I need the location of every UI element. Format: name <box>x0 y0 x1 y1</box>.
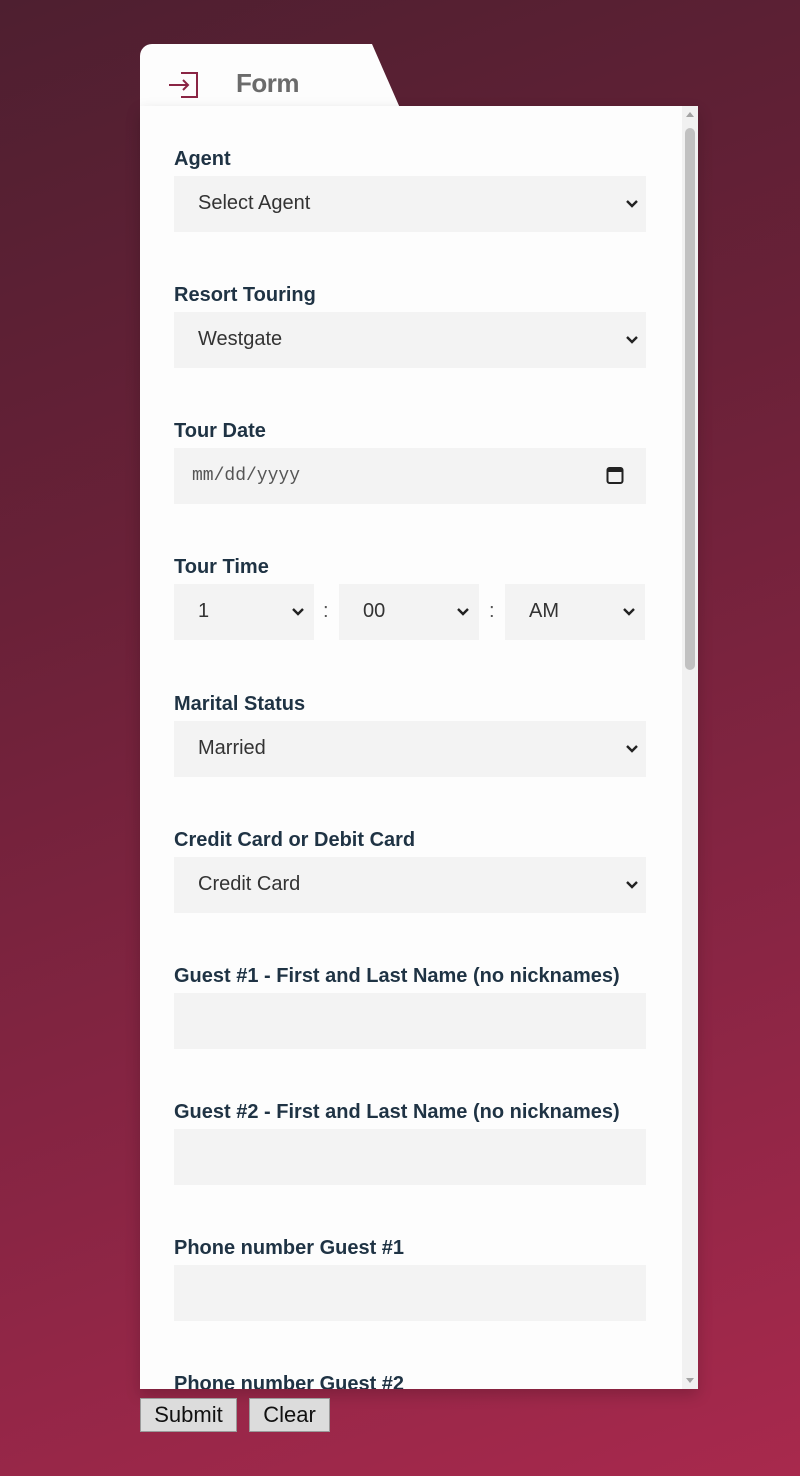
phone1-input[interactable] <box>174 1265 646 1321</box>
card-type-label: Credit Card or Debit Card <box>174 829 416 851</box>
resort-select-value: Westgate <box>198 328 283 350</box>
chevron-down-icon <box>626 336 638 344</box>
tour-time-hour-value: 1 <box>198 600 210 622</box>
tour-time-ampm-select[interactable]: AM <box>505 584 645 640</box>
calendar-icon[interactable] <box>606 465 624 485</box>
clear-button[interactable]: Clear <box>249 1398 330 1432</box>
sign-in-icon <box>169 72 198 98</box>
marital-status-value: Married <box>198 737 266 759</box>
guest2-name-label: Guest #2 - First and Last Name (no nickn… <box>174 1101 620 1123</box>
phone1-label: Phone number Guest #1 <box>174 1237 405 1259</box>
marital-status-label: Marital Status <box>174 693 306 715</box>
guest1-name-label: Guest #1 - First and Last Name (no nickn… <box>174 965 620 987</box>
card-type-select[interactable]: Credit Card <box>174 857 646 913</box>
chevron-down-icon <box>457 608 469 616</box>
scroll-down-arrow-icon[interactable] <box>686 1378 694 1383</box>
form-panel: Agent Select Agent Resort Touring Westga… <box>140 106 698 1389</box>
tour-time-ampm-value: AM <box>529 600 559 622</box>
tour-time-label: Tour Time <box>174 556 269 578</box>
tour-time-minute-select[interactable]: 00 <box>339 584 479 640</box>
agent-select[interactable]: Select Agent <box>174 176 646 232</box>
form-tab-title: Form <box>236 68 300 98</box>
resort-label: Resort Touring <box>174 284 316 306</box>
scrollbar-thumb[interactable] <box>685 128 695 670</box>
tour-time-minute-value: 00 <box>363 600 386 622</box>
marital-status-select[interactable]: Married <box>174 721 646 777</box>
chevron-down-icon <box>626 745 638 753</box>
tour-time-hour-select[interactable]: 1 <box>174 584 314 640</box>
phone2-label: Phone number Guest #2 <box>174 1373 405 1389</box>
chevron-down-icon <box>623 608 635 616</box>
time-separator: : <box>489 600 495 622</box>
scroll-up-arrow-icon[interactable] <box>686 112 694 117</box>
tour-date-label: Tour Date <box>174 420 266 442</box>
agent-label: Agent <box>174 148 231 170</box>
card-type-value: Credit Card <box>198 873 301 895</box>
agent-select-value: Select Agent <box>198 192 311 214</box>
guest2-name-input[interactable] <box>174 1129 646 1185</box>
chevron-down-icon <box>626 881 638 889</box>
chevron-down-icon <box>626 200 638 208</box>
guest1-name-input[interactable] <box>174 993 646 1049</box>
tour-date-placeholder: mm/dd/yyyy <box>192 466 301 486</box>
submit-button[interactable]: Submit <box>140 1398 237 1432</box>
chevron-down-icon <box>292 608 304 616</box>
tour-date-input[interactable]: mm/dd/yyyy <box>174 448 646 504</box>
scrollbar[interactable] <box>682 106 698 1389</box>
time-separator: : <box>323 600 329 622</box>
resort-select[interactable]: Westgate <box>174 312 646 368</box>
